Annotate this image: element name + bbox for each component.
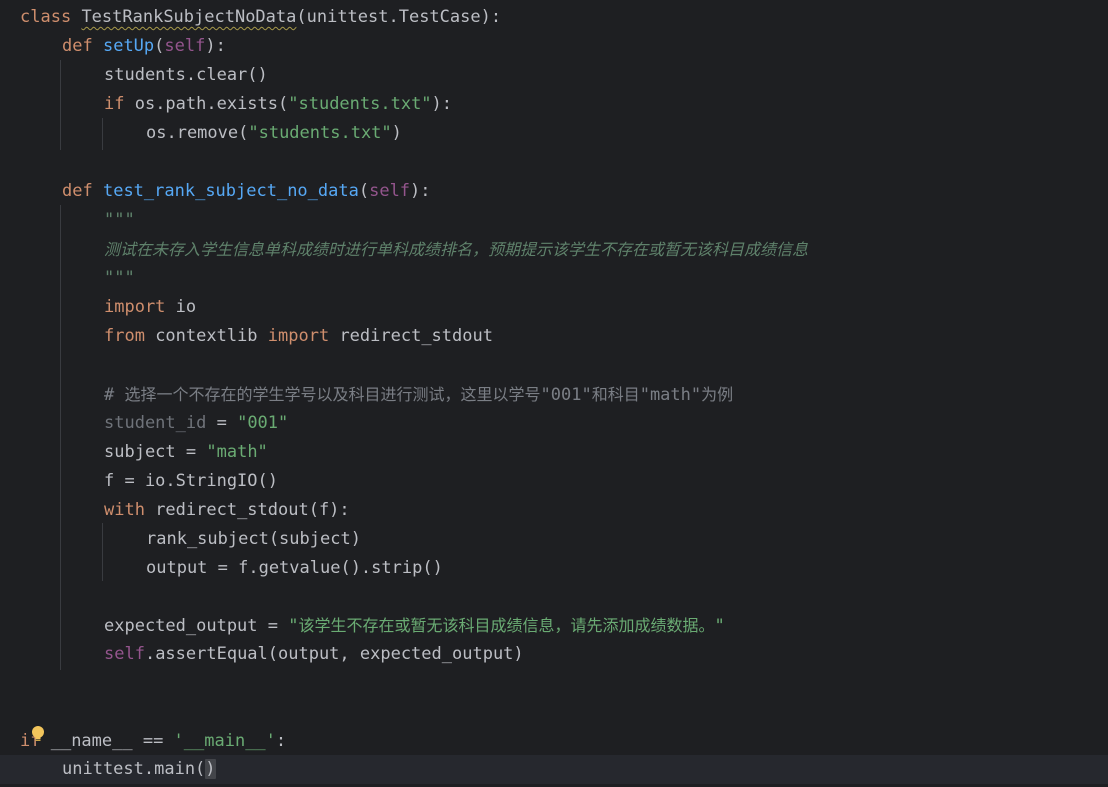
code-line[interactable]: class TestRankSubjectNoData(unittest.Tes… xyxy=(0,3,1108,32)
string-literal: "students.txt" xyxy=(248,123,392,143)
string-literal: "math" xyxy=(206,442,268,462)
code-line[interactable]: f = io.StringIO() xyxy=(0,467,1108,496)
matched-bracket: ) xyxy=(205,759,216,779)
comment-text: "001" xyxy=(540,385,592,405)
paren: ( xyxy=(154,36,165,56)
string-quote: " xyxy=(714,616,725,636)
string-literal: '__main__' xyxy=(173,731,276,751)
code-text: expected_output = xyxy=(104,616,289,636)
keyword: class xyxy=(20,7,72,27)
paren: ): xyxy=(410,181,431,201)
code-text: .assertEqual(output, expected_output) xyxy=(144,644,524,664)
paren: ): xyxy=(205,36,226,56)
self-keyword: self xyxy=(104,644,145,664)
code-line[interactable]: if os.path.exists("students.txt"): xyxy=(0,90,1108,119)
self-param: self xyxy=(369,181,411,201)
code-text: = xyxy=(206,413,238,433)
code-text: io xyxy=(165,297,197,317)
current-code-line[interactable]: unittest.main() xyxy=(0,755,1108,784)
code-line[interactable]: os.remove("students.txt") xyxy=(0,119,1108,148)
variable: subject xyxy=(104,442,176,462)
keyword: import xyxy=(267,326,330,346)
code-text: ) xyxy=(391,123,402,143)
class-name: TestRankSubjectNoData xyxy=(81,7,297,27)
docstring-open: """ xyxy=(104,210,135,230)
keyword: from xyxy=(104,326,145,346)
string-literal: "001" xyxy=(237,413,289,433)
code-text: redirect_stdout xyxy=(329,326,493,346)
code-text: : xyxy=(275,731,287,751)
code-line[interactable]: student_id = "001" xyxy=(0,409,1108,438)
comment: # 选择一个不存在的学生学号以及科目进行测试，这里以学号"001"和科目"mat… xyxy=(104,380,733,410)
code-line[interactable]: output = f.getvalue().strip() xyxy=(0,554,1108,583)
code-line[interactable]: expected_output = "该学生不存在或暂无该科目成绩信息，请先添加… xyxy=(0,611,1108,640)
keyword: import xyxy=(104,297,166,317)
unused-variable: student_id xyxy=(104,413,207,433)
lightbulb-icon[interactable] xyxy=(30,725,46,743)
string-literal: "students.txt" xyxy=(288,94,432,114)
code-text: ): xyxy=(431,94,453,114)
function-name: test_rank_subject_no_data xyxy=(102,181,359,201)
code-line[interactable]: """ xyxy=(0,264,1108,293)
code-line[interactable]: from contextlib import redirect_stdout xyxy=(0,322,1108,351)
code-text: redirect_stdout(f): xyxy=(144,500,350,520)
code-line[interactable]: students.clear() xyxy=(0,61,1108,90)
comment-hash: # xyxy=(104,385,125,405)
code-text: __name__ == xyxy=(40,731,174,751)
code-line[interactable]: # 选择一个不存在的学生学号以及科目进行测试，这里以学号"001"和科目"mat… xyxy=(0,380,1108,409)
keyword: with xyxy=(104,500,145,520)
string-quote: " xyxy=(288,616,299,636)
code-line[interactable]: if __name__ == '__main__': xyxy=(0,727,1108,756)
code-text: output = f.getvalue().strip() xyxy=(146,558,443,578)
string-literal: 该学生不存在或暂无该科目成绩信息，请先添加成绩数据。 xyxy=(298,616,715,635)
class-base: (unittest.TestCase): xyxy=(296,7,502,27)
code-line[interactable]: with redirect_stdout(f): xyxy=(0,496,1108,525)
code-line[interactable]: """ xyxy=(0,206,1108,235)
code-text: rank_subject(subject) xyxy=(146,529,361,549)
function-name: setUp xyxy=(102,36,155,56)
code-text: = xyxy=(175,442,207,462)
code-text: f = io.StringIO() xyxy=(104,471,278,491)
paren: ( xyxy=(358,181,370,201)
code-text: os.path.exists( xyxy=(124,94,289,114)
keyword: def xyxy=(62,36,93,56)
code-line[interactable]: import io xyxy=(0,293,1108,322)
docstring-close: """ xyxy=(104,268,135,288)
comment-text: 选择一个不存在的学生学号以及科目进行测试，这里以学号 xyxy=(124,385,541,404)
code-line[interactable]: 测试在未存入学生信息单科成绩时进行单科成绩排名，预期提示该学生不存在或暂无该科目… xyxy=(0,235,1108,264)
keyword: if xyxy=(104,94,125,114)
code-line[interactable]: def setUp(self): xyxy=(0,32,1108,61)
code-text: contextlib xyxy=(144,326,268,346)
code-text: students.clear() xyxy=(104,65,268,85)
docstring-text: 测试在未存入学生信息单科成绩时进行单科成绩排名，预期提示该学生不存在或暂无该科目… xyxy=(104,240,809,259)
comment-text: 为例 xyxy=(701,385,734,404)
code-line[interactable]: subject = "math" xyxy=(0,438,1108,467)
comment-text: 和科目 xyxy=(591,385,640,404)
code-text: unittest.main( xyxy=(62,759,206,779)
code-line[interactable]: def test_rank_subject_no_data(self): xyxy=(0,177,1108,206)
code-editor[interactable]: class TestRankSubjectNoData(unittest.Tes… xyxy=(0,0,1108,787)
code-text: os.remove( xyxy=(146,123,249,143)
code-line[interactable]: self.assertEqual(output, expected_output… xyxy=(0,640,1108,669)
keyword: def xyxy=(62,181,93,201)
comment-text: "math" xyxy=(639,385,702,405)
code-line[interactable]: rank_subject(subject) xyxy=(0,525,1108,554)
self-param: self xyxy=(164,36,206,56)
